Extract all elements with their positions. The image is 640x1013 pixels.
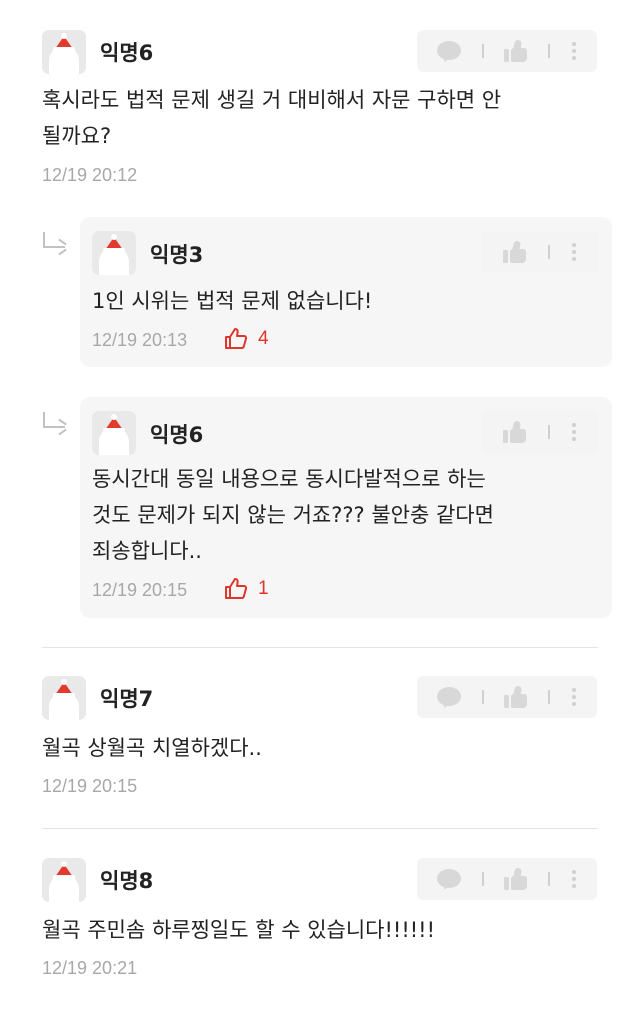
comment-timestamp: 12/19 20:21 — [42, 958, 138, 978]
divider — [42, 647, 598, 648]
like-count-value: 4 — [258, 328, 269, 349]
comment-nickname: 익명6 — [100, 41, 154, 65]
thumbs-up-icon[interactable] — [502, 240, 527, 264]
reply-actions — [482, 411, 598, 453]
avatar — [42, 30, 86, 74]
avatar — [42, 676, 86, 720]
reply-text: 동시간대 동일 내용으로 동시다발적으로 하는 것도 문제가 되지 않는 거죠?… — [92, 467, 494, 563]
reply-actions — [482, 231, 598, 273]
separator — [481, 44, 484, 58]
more-vertical-icon[interactable] — [571, 421, 577, 443]
separator — [547, 425, 550, 439]
comment-text: 혹시라도 법적 문제 생길 거 대비해서 자문 구하면 안 될까요? — [42, 88, 502, 148]
comment-text: 월곡 상월곡 치열하겠다.. — [42, 736, 262, 760]
comment-nickname: 익명7 — [100, 687, 154, 711]
reply-nickname: 익명3 — [150, 243, 204, 267]
more-vertical-icon[interactable] — [571, 686, 577, 708]
avatar — [92, 231, 136, 275]
more-vertical-icon[interactable] — [571, 868, 577, 890]
thumbs-up-outline-icon — [225, 578, 248, 599]
separator — [547, 245, 550, 259]
more-vertical-icon[interactable] — [571, 241, 577, 263]
reply-arrow-icon — [40, 232, 68, 256]
speech-bubble-icon[interactable] — [437, 868, 462, 891]
like-count[interactable]: 1 — [224, 577, 269, 601]
thumbs-up-outline-icon — [225, 328, 248, 349]
separator — [548, 872, 551, 886]
avatar — [92, 411, 136, 455]
reply-timestamp: 12/19 20:13 — [92, 330, 188, 350]
comment-actions — [417, 30, 597, 72]
speech-bubble-icon[interactable] — [437, 40, 462, 63]
separator — [481, 690, 484, 704]
thumbs-up-icon[interactable] — [503, 867, 528, 891]
reply-arrow-icon — [40, 412, 68, 436]
more-vertical-icon[interactable] — [571, 40, 577, 62]
thumbs-up-icon[interactable] — [503, 685, 528, 709]
reply-timestamp: 12/19 20:15 — [92, 580, 188, 600]
separator — [481, 872, 484, 886]
comment-timestamp: 12/19 20:15 — [42, 776, 138, 796]
comment-text: 월곡 주민솜 하루찡일도 할 수 있습니다!!!!!! — [42, 918, 436, 942]
comment-actions — [417, 676, 597, 718]
thumbs-up-icon[interactable] — [502, 420, 527, 444]
comment-actions — [417, 858, 597, 900]
like-count-value: 1 — [258, 578, 269, 599]
reply-nickname: 익명6 — [150, 423, 204, 447]
separator — [548, 44, 551, 58]
speech-bubble-icon[interactable] — [437, 686, 462, 709]
comment-nickname: 익명8 — [100, 869, 154, 893]
like-count[interactable]: 4 — [224, 327, 269, 351]
reply-item: 익명3 1인 시위는 법적 문제 없습니다! 12/19 20:13 4 — [80, 217, 612, 367]
thumbs-up-icon[interactable] — [503, 39, 528, 63]
comment-timestamp: 12/19 20:12 — [42, 165, 138, 185]
reply-item: 익명6 동시간대 동일 내용으로 동시다발적으로 하는 것도 문제가 되지 않는… — [80, 397, 612, 618]
divider — [42, 828, 598, 829]
reply-text: 1인 시위는 법적 문제 없습니다! — [92, 289, 373, 313]
avatar — [42, 858, 86, 902]
separator — [548, 690, 551, 704]
